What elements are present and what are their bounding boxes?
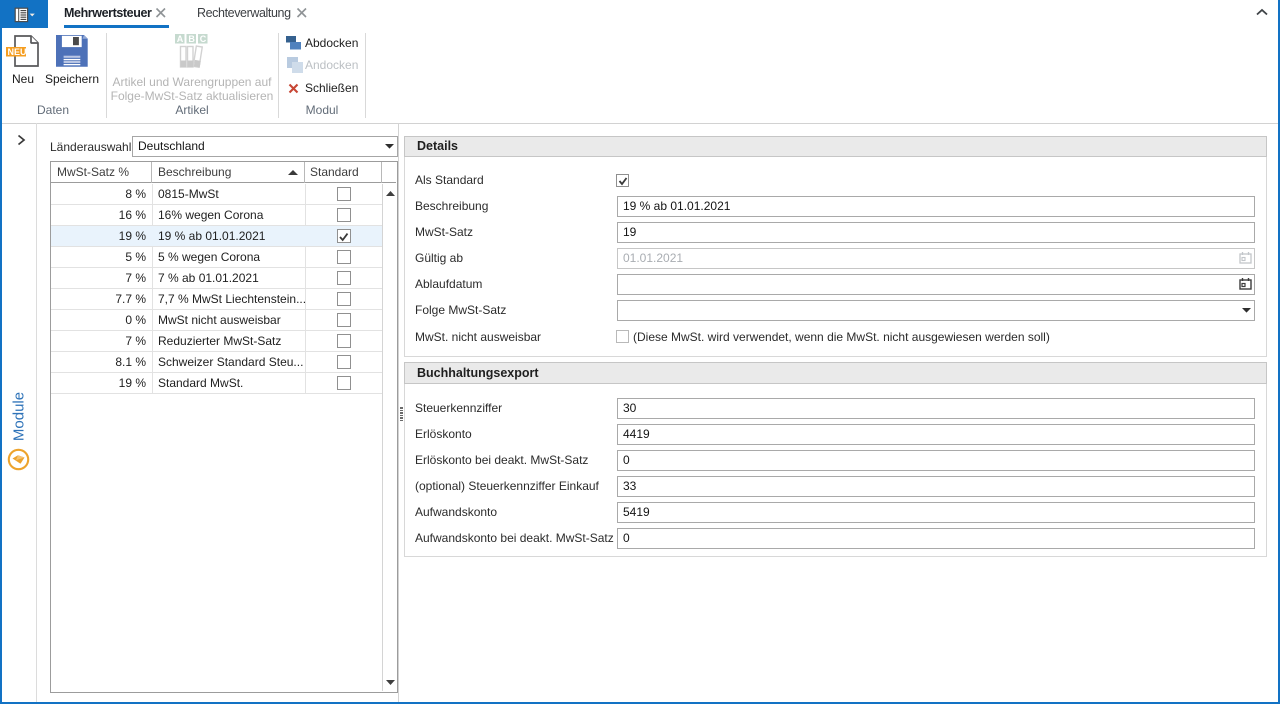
svg-text:C: C [200, 34, 207, 44]
svg-text:NEU: NEU [8, 47, 27, 57]
svg-text:B: B [188, 34, 195, 44]
svg-text:A: A [177, 34, 184, 44]
